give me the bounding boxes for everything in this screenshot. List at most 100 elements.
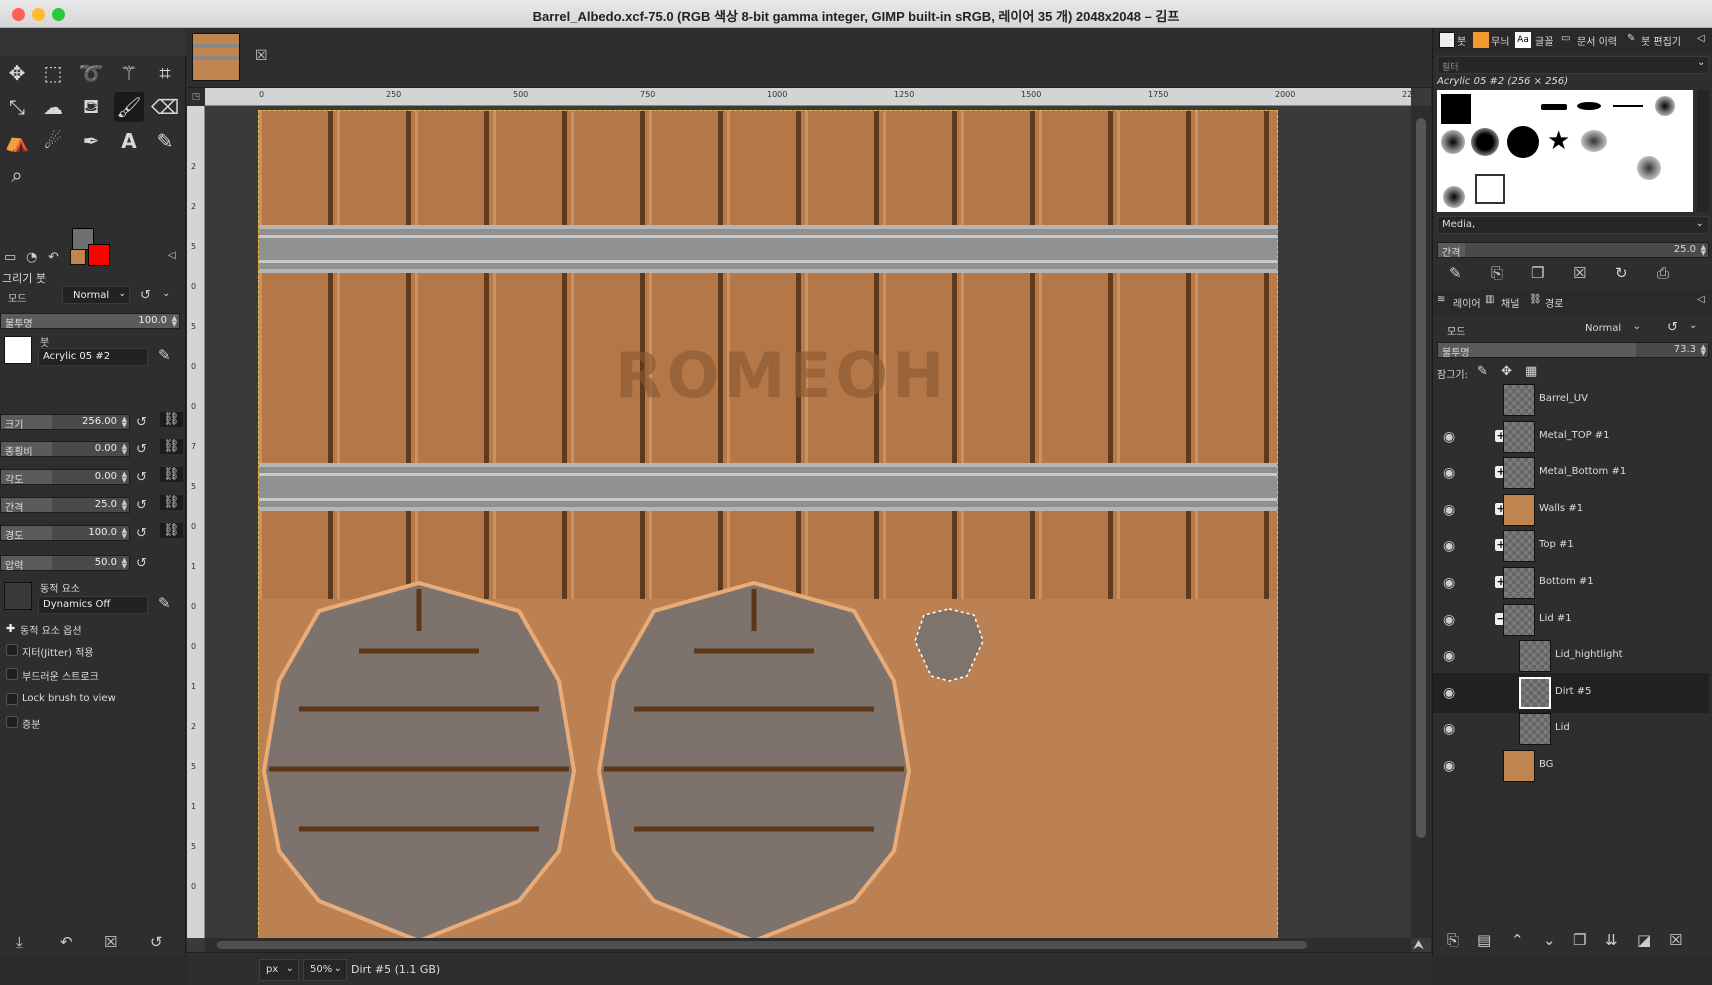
link-to-brush-icon[interactable]: ⛓ [160,412,183,427]
filter-chevron-icon[interactable]: ⌄ [1697,57,1705,68]
link-to-brush-icon[interactable]: ⛓ [160,467,183,482]
reset-slider-icon[interactable]: ↺ [136,470,147,485]
unit-select[interactable]: px ⌄ [259,959,299,981]
lock-alpha-icon[interactable]: ▦ [1525,364,1537,379]
layer-thumbnail[interactable] [1519,676,1551,709]
vertical-scrollbar[interactable] [1411,106,1431,938]
tab-layers[interactable]: 레이어 [1453,295,1481,310]
layer-mask-icon[interactable]: ◪ [1637,931,1651,949]
dock-menu-icon[interactable]: ◁ [1697,33,1705,44]
tool-slider[interactable]: 간격 25.0 ▲ ▼ [0,497,130,514]
layer-thumbnail[interactable] [1503,603,1535,636]
paths-tab-icon[interactable]: ⛓ [1529,294,1542,305]
layer-row[interactable]: ◉ BG [1433,746,1709,786]
smooth-stroke-checkbox[interactable] [6,668,18,680]
brush-filter-input[interactable]: 필터 [1437,56,1709,74]
tab-brush-editor[interactable]: 붓 편집기 [1641,33,1681,48]
new-brush-icon[interactable]: ⎘ [1491,264,1503,282]
brush-thumb[interactable] [1441,94,1471,124]
layer-row[interactable]: ◉ Lid [1433,709,1709,749]
duplicate-brush-icon[interactable]: ❐ [1531,264,1544,282]
layer-thumbnail[interactable] [1503,750,1535,782]
tool-slider[interactable]: 각도 0.00 ▲ ▼ [0,469,130,486]
paintbrush-tool-icon[interactable]: 🖌 [114,92,144,122]
brush-thumb[interactable] [1441,130,1465,154]
font-tab-icon[interactable]: Aa [1515,32,1531,48]
navigate-icon[interactable]: ⮝ [1413,938,1424,953]
warp-transform-tool-icon[interactable]: ☁ [38,92,68,122]
reset-slider-icon[interactable]: ↺ [136,526,147,541]
pattern-tab-icon[interactable] [1473,32,1489,48]
brush-thumb-selected[interactable] [1475,174,1505,204]
refresh-brushes-icon[interactable]: ↻ [1615,264,1628,282]
layer-row[interactable]: ◉ Lid_hightlight [1433,636,1709,676]
brush-thumb[interactable] [1655,96,1675,116]
lock-brush-checkbox[interactable] [6,693,18,705]
delete-layer-icon[interactable]: ☒ [1669,931,1682,949]
layer-thumbnail[interactable] [1519,713,1551,746]
layer-mode-select[interactable]: Normal ⌄ [1583,320,1643,338]
eye-icon[interactable]: ◉ [1443,648,1455,664]
layer-thumbnail[interactable] [1503,457,1535,490]
zoom-select[interactable]: 50% ⌄ [303,959,347,981]
brush-tab-icon[interactable] [1439,32,1455,48]
save-options-icon[interactable]: ⤓ [16,933,23,951]
image-canvas[interactable]: ROMEOH [258,110,1278,940]
clone-tool-icon[interactable]: ⛺ [2,126,32,156]
lock-pixels-icon[interactable]: ✎ [1477,364,1488,379]
spinner-icon[interactable]: ▲ ▼ [172,315,177,328]
paths-tool-icon[interactable]: ✒ [76,126,106,156]
mode-menu-chevron-icon[interactable]: ⌄ [162,288,170,299]
tab-brushes[interactable]: 붓 [1457,33,1466,48]
configure-tab-icon[interactable]: ◁ [168,250,176,261]
brush-thumb[interactable] [1471,128,1499,156]
lasso-tool-icon[interactable]: ➰ [76,58,106,88]
reset-options-icon[interactable]: ↺ [150,933,163,951]
dynamics-field[interactable]: Dynamics Off [38,596,148,614]
eye-icon[interactable]: ◉ [1443,575,1455,591]
tool-slider[interactable]: 경도 100.0 ▲ ▼ [0,525,130,542]
spinner-icon[interactable]: ▲ ▼ [122,443,127,456]
edit-brush-icon[interactable]: ✎ [158,346,171,364]
lock-position-icon[interactable]: ✥ [1501,364,1512,379]
smudge-tool-icon[interactable]: ☄ [38,126,68,156]
brush-thumb[interactable] [1541,104,1567,110]
spinner-icon[interactable]: ▲ ▼ [1701,244,1706,257]
brush-spacing-slider[interactable]: 간격 25.0 ▲ ▼ [1437,242,1709,259]
dock-menu-icon[interactable]: ◁ [1697,294,1705,305]
tool-slider[interactable]: 종횡비 0.00 ▲ ▼ [0,441,130,458]
layers-tab-icon[interactable]: ≋ [1437,294,1445,305]
tool-options-tab-icon[interactable]: ▭ [4,250,16,265]
edit-brush-icon[interactable]: ✎ [1449,264,1462,282]
layer-row[interactable]: ◉ + Bottom #1 [1433,563,1709,603]
eraser-tool-icon[interactable]: ⌫ [150,92,180,122]
spinner-icon[interactable]: ▲ ▼ [122,416,127,429]
brush-thumb[interactable] [1443,186,1465,208]
image-tab-thumbnail[interactable] [192,33,240,81]
incremental-checkbox[interactable] [6,716,18,728]
brush-thumb[interactable] [1581,130,1607,152]
layer-row[interactable]: ◉ + Top #1 [1433,526,1709,566]
tool-slider[interactable]: 압력 50.0 ▲ ▼ [0,555,130,572]
zoom-tool-icon[interactable]: ⌕ [2,160,32,190]
spinner-icon[interactable]: ▲ ▼ [122,471,127,484]
layer-row[interactable]: ◉ − Lid #1 [1433,600,1709,640]
brush-grid-scrollbar[interactable] [1697,90,1709,212]
brush-thumb[interactable] [1613,105,1643,107]
reset-slider-icon[interactable]: ↺ [136,556,147,571]
open-as-image-icon[interactable]: ⎙ [1657,264,1669,282]
reset-slider-icon[interactable]: ↺ [136,498,147,513]
reset-mode-icon[interactable]: ↺ [140,288,151,303]
link-to-brush-icon[interactable]: ⛓ [160,495,183,510]
brush-preview[interactable] [4,336,32,364]
new-layer-group-icon[interactable]: ▤ [1477,931,1491,949]
raise-layer-icon[interactable]: ⌃ [1511,931,1524,949]
expand-plus-icon[interactable]: ✚ [6,622,15,635]
crop-tool-icon[interactable]: ⌗ [150,58,180,88]
eye-icon[interactable]: ◉ [1443,612,1455,628]
channels-tab-icon[interactable]: ▥ [1485,294,1494,305]
color-picker-tool-icon[interactable]: ✎ [150,126,180,156]
eye-icon[interactable]: ◉ [1443,465,1455,481]
brush-thumb[interactable] [1577,102,1601,110]
bucket-fill-tool-icon[interactable]: ⛾ [76,92,106,122]
